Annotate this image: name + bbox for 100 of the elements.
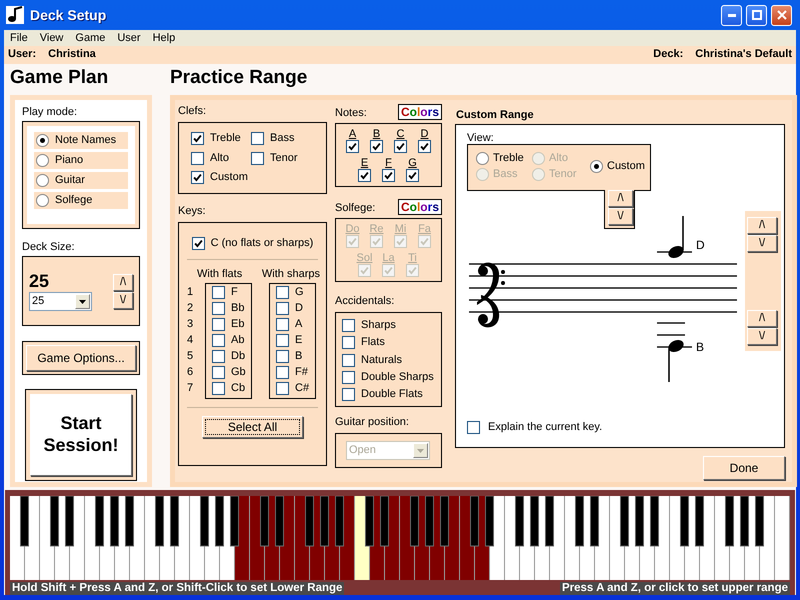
checkbox-label: E xyxy=(295,334,302,348)
down-button[interactable]: \/ xyxy=(747,235,777,252)
down-button[interactable]: \/ xyxy=(747,328,777,346)
radio-button[interactable] xyxy=(36,154,49,167)
row-number: 1 xyxy=(187,284,194,299)
checkbox-label: Ti xyxy=(408,252,417,264)
checkbox[interactable] xyxy=(370,140,383,153)
radio-label: Piano xyxy=(55,154,84,168)
menu-item[interactable]: File xyxy=(4,30,34,46)
checkbox[interactable] xyxy=(418,140,431,153)
select-all-button[interactable]: Select All xyxy=(202,416,303,438)
column-heading: With flats xyxy=(197,268,244,281)
row-number: 7 xyxy=(187,380,194,395)
checkbox-label: Gb xyxy=(231,366,246,380)
checkbox[interactable] xyxy=(394,140,407,153)
radio-button[interactable] xyxy=(590,160,603,173)
checkbox[interactable] xyxy=(358,168,371,182)
minimize-button[interactable] xyxy=(721,4,742,26)
radio-label: Bass xyxy=(493,168,518,181)
checkbox[interactable] xyxy=(382,168,395,182)
user-label: User: xyxy=(8,48,36,60)
checkbox[interactable] xyxy=(276,318,289,332)
checkbox-label: Double Flats xyxy=(361,388,423,402)
checkbox[interactable] xyxy=(191,171,204,184)
checkbox[interactable] xyxy=(276,382,289,396)
field-label: Deck Size: xyxy=(22,241,76,254)
checkbox[interactable] xyxy=(276,302,289,316)
deck-size-value: 25 xyxy=(29,270,50,292)
piano-keyboard-drawing[interactable] xyxy=(10,496,789,580)
checkbox-label: F xyxy=(231,286,238,300)
checkbox[interactable] xyxy=(342,354,355,367)
colors-button[interactable]: Colors xyxy=(398,104,442,120)
field-label: Keys: xyxy=(178,205,207,218)
start-session-button[interactable]: Start Session! xyxy=(30,394,132,476)
radio-button[interactable] xyxy=(36,174,49,187)
checkbox[interactable] xyxy=(212,334,225,348)
checkbox[interactable] xyxy=(192,237,205,250)
menu-item[interactable]: Help xyxy=(146,30,182,46)
note-label: B xyxy=(696,340,704,354)
checkbox[interactable] xyxy=(212,318,225,332)
menu-item[interactable]: View xyxy=(34,30,70,46)
checkbox-label: A xyxy=(295,318,302,332)
checkbox-label: Db xyxy=(231,350,246,364)
hint-text: Press A and Z, or click to set upper range xyxy=(560,582,790,595)
checkbox-label: Eb xyxy=(231,318,244,332)
menu-item[interactable]: Game xyxy=(69,30,112,46)
row-number: 4 xyxy=(187,332,194,347)
field-label: Guitar position: xyxy=(335,416,410,430)
checkbox-label: Sol xyxy=(356,252,372,264)
radio-button[interactable] xyxy=(36,134,49,147)
field-label: Accidentals: xyxy=(335,295,396,308)
checkbox[interactable] xyxy=(276,286,289,300)
checkbox[interactable] xyxy=(191,132,204,146)
down-button[interactable]: \/ xyxy=(608,208,633,226)
checkbox[interactable] xyxy=(342,336,355,350)
radio-button[interactable] xyxy=(476,152,489,165)
checkbox[interactable] xyxy=(276,334,289,348)
deck-name: Christina's Default xyxy=(695,48,792,60)
done-button[interactable]: Done xyxy=(703,456,785,480)
row-number: 5 xyxy=(187,348,194,363)
checkbox[interactable] xyxy=(276,366,289,380)
checkbox[interactable] xyxy=(251,132,264,146)
checkbox-label: Naturals xyxy=(361,354,402,367)
deck-size-select[interactable]: 25 xyxy=(29,292,92,312)
checkbox-label: Bb xyxy=(231,302,244,316)
clef-symbol xyxy=(477,262,505,328)
checkbox[interactable] xyxy=(251,152,264,165)
checkbox-label: Double Sharps xyxy=(361,370,434,384)
column-heading: With sharps xyxy=(262,268,320,281)
colors-button[interactable]: Colors xyxy=(398,199,442,215)
checkbox-label: Explain the current key. xyxy=(488,421,602,434)
checkbox[interactable] xyxy=(191,152,204,165)
checkbox[interactable] xyxy=(212,366,225,380)
checkbox[interactable] xyxy=(212,382,225,396)
down-button[interactable]: \/ xyxy=(113,292,133,308)
close-button[interactable] xyxy=(771,4,792,26)
checkbox-label: La xyxy=(382,252,395,264)
maximize-button[interactable] xyxy=(746,4,767,26)
dropdown-button[interactable] xyxy=(75,294,90,310)
up-button[interactable]: /\ xyxy=(747,217,777,234)
checkbox[interactable] xyxy=(212,302,225,316)
checkbox[interactable] xyxy=(342,388,355,402)
menu-item[interactable]: User xyxy=(111,30,147,46)
up-button[interactable]: /\ xyxy=(608,190,633,208)
radio-label: Solfege xyxy=(55,194,92,208)
up-button[interactable]: /\ xyxy=(747,310,777,328)
checkbox[interactable] xyxy=(276,350,289,364)
radio-button[interactable] xyxy=(36,194,49,207)
checkbox[interactable] xyxy=(342,319,355,332)
checkbox[interactable] xyxy=(467,421,480,434)
caret-icon xyxy=(417,448,424,453)
checkbox[interactable] xyxy=(212,286,225,300)
checkbox[interactable] xyxy=(406,168,419,182)
game-options-button[interactable]: Game Options... xyxy=(26,345,136,371)
radio-label: Alto xyxy=(549,152,568,165)
field-label: Notes: xyxy=(335,106,367,120)
up-button[interactable]: /\ xyxy=(113,274,133,290)
checkbox[interactable] xyxy=(346,140,359,153)
checkbox[interactable] xyxy=(212,350,225,364)
checkbox[interactable] xyxy=(342,370,355,384)
